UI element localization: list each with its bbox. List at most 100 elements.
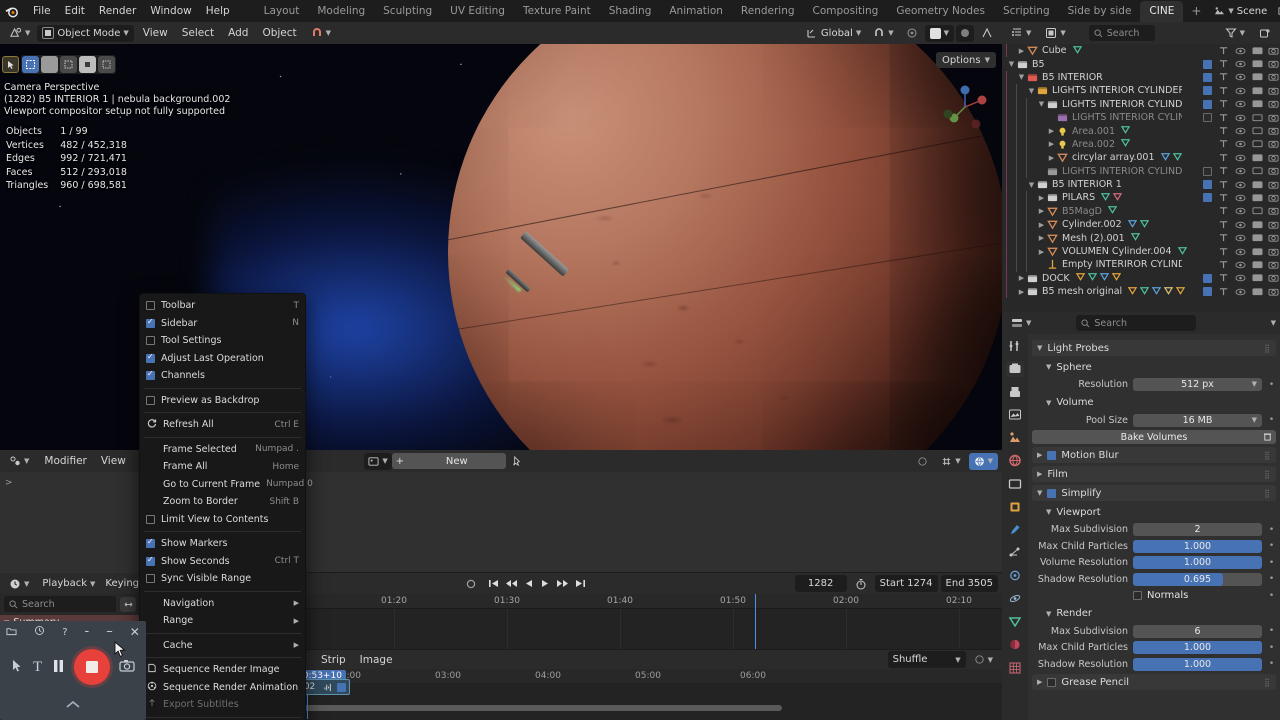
menu-item-limit-view-to-contents[interactable]: Limit View to Contents [140,511,305,529]
outliner-hide-in-viewport-icon[interactable] [1235,193,1246,203]
outliner-row[interactable]: LIGHTS INTERIOR CYLINDER 1 [1002,110,1280,125]
viewport-menu-select[interactable]: Select [175,25,221,41]
outliner-row[interactable]: ▶ Area.002 [1002,137,1280,152]
properties-tab-collection[interactable] [1006,476,1024,492]
filter-toggle-button[interactable] [120,596,136,612]
outliner-disable-in-render-icon[interactable] [1268,180,1279,190]
menu-item-sidebar[interactable]: Sidebar N [140,315,305,333]
property-value[interactable]: 1.000 [1133,641,1262,654]
menu-item-checkbox[interactable] [146,369,155,381]
panel-expand-chevron[interactable]: ▶ [1037,451,1042,459]
top-menu-edit[interactable]: Edit [58,3,92,19]
outliner-hide-in-viewport-icon[interactable] [1235,220,1246,230]
properties-options-chevron[interactable]: ▼ [1271,319,1276,327]
outliner-selectable-icon[interactable] [1219,260,1229,270]
outliner-twisty[interactable]: ▶ [1036,194,1047,202]
snap-button[interactable]: ▼ [868,24,899,42]
menu-item-checkbox[interactable] [146,317,155,328]
outliner-disable-in-viewport-icon[interactable] [1252,273,1262,283]
menu-item-sequence-render-image[interactable]: Sequence Render Image [140,661,305,679]
panel-drag-grip[interactable]: ⣿ [1264,489,1271,498]
outliner-twisty[interactable]: ▶ [1036,248,1047,256]
outliner-selectable-icon[interactable] [1219,166,1229,176]
sequencer-menu-image[interactable]: Image [353,652,400,668]
outliner-exclude-checkbox[interactable] [1203,72,1212,82]
add-image-button[interactable]: + [392,456,408,467]
outliner-disable-in-viewport-icon[interactable] [1252,193,1262,203]
use-preview-range-button[interactable] [849,575,872,592]
auto-keying-button[interactable] [459,575,482,592]
outliner-row[interactable]: ▶ PILARS [1002,191,1280,205]
workspace-tab-cine[interactable]: CINE [1140,1,1184,22]
start-frame-field[interactable]: Start 1274 [874,575,938,592]
image-gizmo-button[interactable] [912,452,934,470]
menu-item-checkbox[interactable] [146,555,155,566]
outliner-disable-in-viewport-icon[interactable] [1252,180,1262,190]
text-icon[interactable]: T [33,659,42,676]
select-box-alt-button[interactable] [79,56,96,73]
channel-search-input[interactable]: Search [4,596,116,612]
property-animate-dot[interactable]: • [1267,380,1276,390]
outliner-row[interactable]: ▶ VOLUMEN Cylinder.004 [1002,244,1280,259]
outliner-selectable-icon[interactable] [1219,287,1229,297]
outliner-search-input[interactable]: Search [1088,25,1156,41]
workspace-tab-geometry-nodes[interactable]: Geometry Nodes [887,1,994,22]
outliner-badge-mesh-data[interactable] [1130,232,1140,244]
panel-header-render[interactable]: ▼ Render [1032,606,1276,622]
outliner-disable-in-viewport-icon[interactable] [1252,220,1262,230]
context-menu[interactable]: Toolbar T Sidebar N Tool Settings Adjust Last… [139,293,313,720]
panel-expand-chevron[interactable]: ▶ [1037,470,1042,478]
outliner-disable-in-viewport-icon[interactable] [1252,126,1262,136]
outliner-badge-coll[interactable] [1175,286,1186,298]
sequencer-proportional-button[interactable]: ▼ [968,651,998,668]
top-menu-render[interactable]: Render [92,3,143,19]
minimize-icon[interactable]: ‐ [85,625,90,638]
viewport-menu-add[interactable]: Add [221,25,255,41]
outliner-disable-in-render-icon[interactable] [1268,247,1279,257]
timeline-menu-playback[interactable]: Playback ▼ [37,575,101,592]
next-keyframe-button[interactable] [552,575,572,592]
outliner-disable-in-render-icon[interactable] [1268,46,1279,56]
panel-expand-chevron[interactable]: ▼ [1046,363,1051,371]
outliner-row[interactable]: ▶ circylar array.001 [1002,151,1280,165]
panel-expand-chevron[interactable]: ▼ [1037,344,1042,352]
outliner-hide-in-viewport-icon[interactable] [1235,126,1246,136]
outliner-new-collection-button[interactable] [1254,24,1277,42]
outliner-twisty[interactable]: ▶ [1046,127,1057,135]
modifier-panel-body[interactable]: > [0,472,140,573]
outliner-hide-in-viewport-icon[interactable] [1235,46,1246,56]
top-menu-file[interactable]: File [26,3,58,19]
new-scene-button[interactable] [1275,2,1280,20]
outliner-selectable-icon[interactable] [1219,86,1229,96]
property-animate-dot[interactable]: • [1267,626,1276,636]
outliner-selectable-icon[interactable] [1219,113,1229,123]
property-value[interactable]: 16 MB ▼ [1133,413,1262,427]
outliner-twisty[interactable]: ▶ [1016,47,1027,55]
overlay-toggle-button[interactable] [956,24,974,42]
outliner-badge-mesh-data[interactable] [1107,205,1118,217]
camera-icon[interactable] [119,659,135,675]
xray-toggle-button[interactable] [976,24,998,42]
outliner-twisty[interactable]: ▼ [1016,73,1027,81]
outliner-badge-mesh[interactable] [1072,45,1082,57]
outliner-row[interactable]: ▶ Cylinder.002 [1002,218,1280,232]
outliner-twisty[interactable]: ▼ [1036,100,1047,108]
outliner-selectable-icon[interactable] [1219,220,1229,230]
outliner-disable-in-render-icon[interactable] [1268,166,1279,176]
outliner-disable-in-viewport-icon[interactable] [1252,153,1262,163]
outliner-selectable-icon[interactable] [1219,206,1229,216]
outliner-disable-in-render-icon[interactable] [1268,86,1279,96]
property-value[interactable]: 6 [1133,624,1262,638]
outliner-hide-in-viewport-icon[interactable] [1235,260,1246,270]
menu-item-frame-selected[interactable]: Frame Selected Numpad . [140,441,305,459]
menu-item-preview-as-backdrop[interactable]: Preview as Backdrop [140,392,305,410]
outliner-exclude-checkbox[interactable] [1203,86,1212,96]
outliner-hide-in-viewport-icon[interactable] [1235,233,1246,243]
property-animate-dot[interactable]: • [1267,558,1276,568]
blender-logo-icon[interactable] [4,3,20,19]
outliner-disable-in-render-icon[interactable] [1268,287,1279,297]
property-animate-dot[interactable]: • [1267,591,1276,601]
outliner-disable-in-viewport-icon[interactable] [1252,59,1262,69]
workspace-tab-side-by-side[interactable]: Side by side [1059,1,1141,22]
workspace-tab-texture-paint[interactable]: Texture Paint [514,1,600,22]
